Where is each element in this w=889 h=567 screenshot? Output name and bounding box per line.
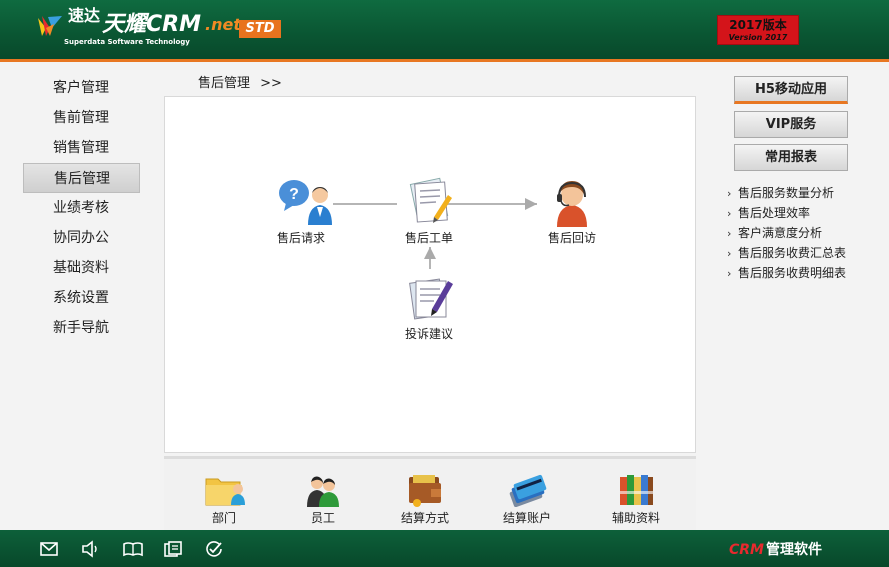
edition-badge: STD [239, 20, 281, 38]
nav-item-customer[interactable]: 客户管理 [23, 73, 140, 103]
svg-text:?: ? [289, 186, 299, 203]
logo-subtitle: Superdata Software Technology [64, 38, 190, 46]
chevron-right-icon: › [727, 247, 732, 260]
breadcrumb-separator: >> [260, 76, 282, 91]
quick-department[interactable]: 部门 [184, 473, 264, 526]
flow-workorder-label: 售后工单 [404, 231, 453, 245]
nav-item-guide[interactable]: 新手导航 [23, 313, 140, 343]
report-label: 售后服务收费汇总表 [738, 246, 847, 260]
version-cn: 2017版本 [729, 18, 787, 32]
support-request-icon: ? [276, 177, 332, 227]
logo-star-icon [36, 14, 64, 38]
footer-brand-text: 管理软件 [766, 542, 822, 558]
chevron-right-icon: › [727, 267, 732, 280]
version-en: Version 2017 [728, 33, 788, 42]
quick-department-label: 部门 [211, 511, 236, 525]
chevron-right-icon: › [727, 207, 732, 220]
flow-visit-label: 售后回访 [547, 231, 596, 245]
workflow-panel: ? 售后请求 售后工单 售后回访 投诉建议 [164, 96, 696, 453]
report-list: › 售后服务数量分析 › 售后处理效率 › 客户满意度分析 › 售后服务收费汇总表 › 售… [727, 183, 877, 283]
flow-node-visit[interactable]: 售后回访 [532, 177, 612, 246]
quick-settlement-method-label: 结算方式 [400, 511, 449, 525]
report-link-satisfaction[interactable]: › 客户满意度分析 [727, 223, 877, 243]
quick-access-bar: 部门 员工 结算方式 结算账户 辅助资料 [164, 456, 696, 530]
chevron-right-icon: › [727, 227, 732, 240]
wallet-icon [405, 473, 445, 507]
workorder-document-icon [404, 177, 454, 227]
flow-node-complaint[interactable]: 投诉建议 [389, 273, 469, 342]
version-badge: 2017版本 Version 2017 [717, 15, 799, 45]
bank-cards-icon [507, 473, 547, 508]
nav-item-presales[interactable]: 售前管理 [23, 103, 140, 133]
flow-complaint-label: 投诉建议 [404, 327, 453, 341]
report-link-fee-detail[interactable]: › 售后服务收费明细表 [727, 263, 877, 283]
nav-item-settings[interactable]: 系统设置 [23, 283, 140, 313]
report-label: 客户满意度分析 [738, 226, 823, 240]
nav-item-aftersales[interactable]: 售后管理 [23, 163, 140, 193]
logo-cn-text: 速达 [68, 6, 101, 25]
quick-aux-data[interactable]: 辅助资料 [596, 473, 676, 526]
complaint-document-icon [404, 273, 454, 323]
report-label: 售后服务数量分析 [738, 186, 835, 200]
report-link-fee-summary[interactable]: › 售后服务收费汇总表 [727, 243, 877, 263]
logo-main-text: 天耀CRM [102, 12, 201, 37]
quick-settlement-method[interactable]: 结算方式 [385, 473, 465, 526]
logo-net-text: .net [205, 15, 241, 34]
flow-request-label: 售后请求 [276, 231, 325, 245]
common-reports-button[interactable]: 常用报表 [734, 144, 848, 171]
flow-node-workorder[interactable]: 售后工单 [389, 177, 469, 246]
left-nav: 客户管理 售前管理 销售管理 售后管理 业绩考核 协同办公 基础资料 系统设置 … [23, 73, 140, 343]
h5-mobile-button[interactable]: H5移动应用 [734, 76, 848, 104]
book-icon[interactable] [122, 540, 143, 558]
report-label: 售后服务收费明细表 [738, 266, 847, 280]
quick-aux-data-label: 辅助资料 [611, 511, 660, 525]
check-circle-icon[interactable] [204, 540, 224, 558]
breadcrumb: 售后管理 >> [198, 72, 282, 91]
header-accent-line [0, 59, 889, 62]
nav-item-basedata[interactable]: 基础资料 [23, 253, 140, 283]
quick-settlement-account-label: 结算账户 [502, 511, 551, 525]
footer-brand-crm: CRM [729, 542, 764, 558]
customer-service-agent-icon [547, 177, 597, 227]
quick-employee-label: 员工 [310, 511, 335, 525]
nav-item-office[interactable]: 协同办公 [23, 223, 140, 253]
employees-icon [303, 473, 343, 507]
nav-item-sales[interactable]: 销售管理 [23, 133, 140, 163]
speaker-icon[interactable] [80, 540, 100, 558]
report-link-efficiency[interactable]: › 售后处理效率 [727, 203, 877, 223]
binders-icon [616, 473, 656, 507]
report-label: 售后处理效率 [738, 206, 811, 220]
flow-node-request[interactable]: ? 售后请求 [261, 177, 341, 246]
quick-settlement-account[interactable]: 结算账户 [487, 473, 567, 526]
breadcrumb-current: 售后管理 [198, 76, 251, 91]
report-link-service-count[interactable]: › 售后服务数量分析 [727, 183, 877, 203]
department-folder-icon [204, 473, 245, 507]
footer-brand: CRM 管理软件 [729, 539, 822, 559]
chevron-right-icon: › [727, 187, 732, 200]
mail-icon[interactable] [39, 540, 59, 558]
vip-service-button[interactable]: VIP服务 [734, 111, 848, 138]
app-logo: 速达 天耀CRM .net Superdata Software Technol… [36, 6, 241, 46]
notes-icon[interactable] [163, 540, 183, 558]
app-footer: CRM 管理软件 [0, 530, 889, 567]
app-header: 速达 天耀CRM .net Superdata Software Technol… [0, 0, 889, 60]
nav-item-performance[interactable]: 业绩考核 [23, 193, 140, 223]
quick-employee[interactable]: 员工 [283, 473, 363, 526]
